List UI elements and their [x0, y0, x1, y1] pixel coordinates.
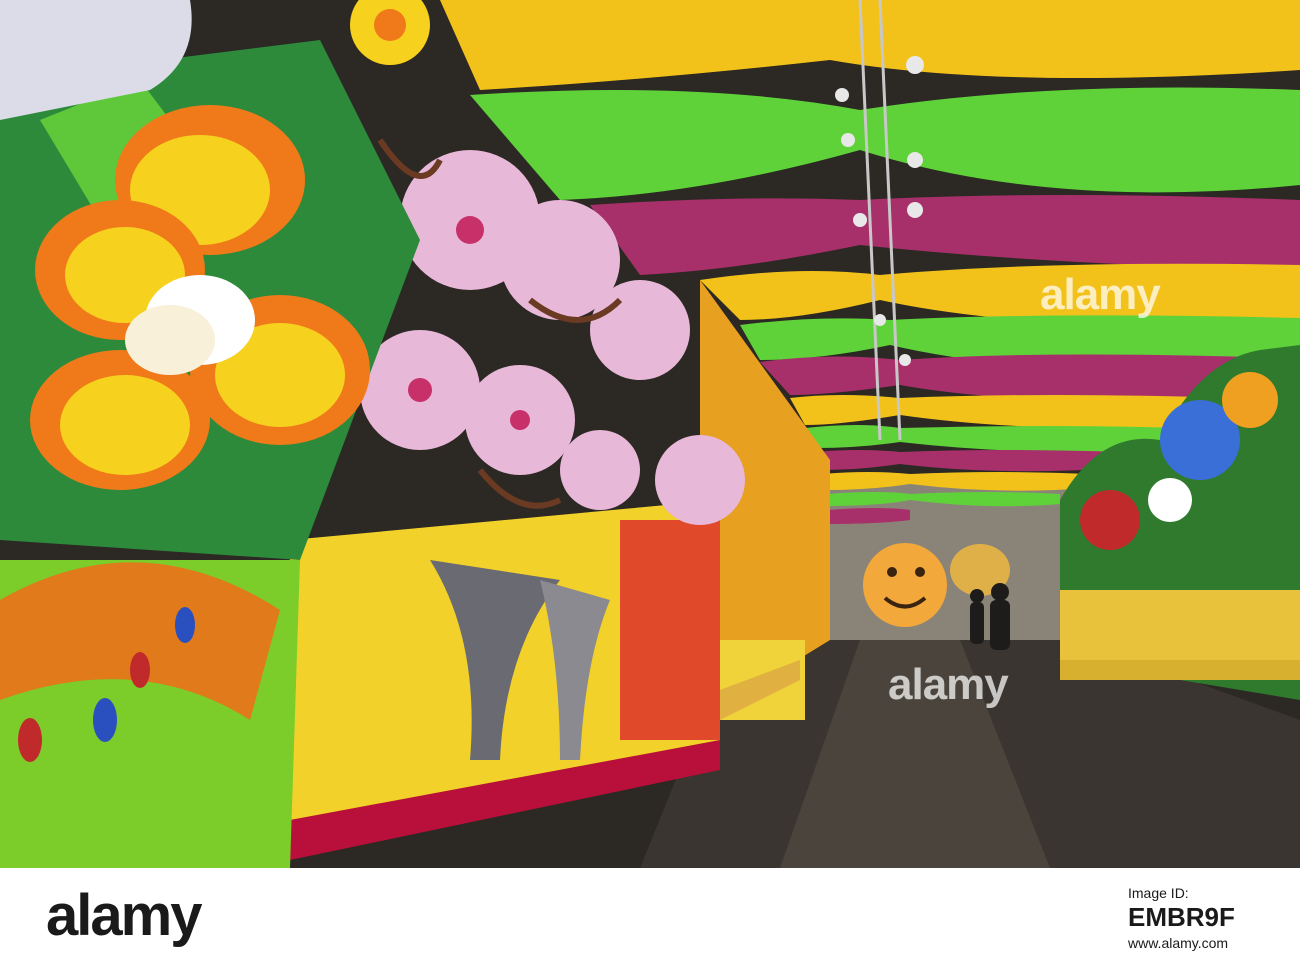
site-url: www.alamy.com [1128, 935, 1229, 951]
image-id-label: Image ID: [1128, 885, 1189, 901]
image-id-value: EMBR9F [1128, 902, 1235, 932]
watermark-text: alamy [888, 660, 1009, 709]
brand-logo-text: alamy [46, 883, 202, 948]
watermark-text: alamy [1040, 270, 1161, 319]
mardi-gras-float-warehouse-scene [0, 0, 1300, 868]
image-id-block: Image ID: EMBR9F [1128, 884, 1258, 932]
photo: alamy alamy [0, 0, 1300, 868]
